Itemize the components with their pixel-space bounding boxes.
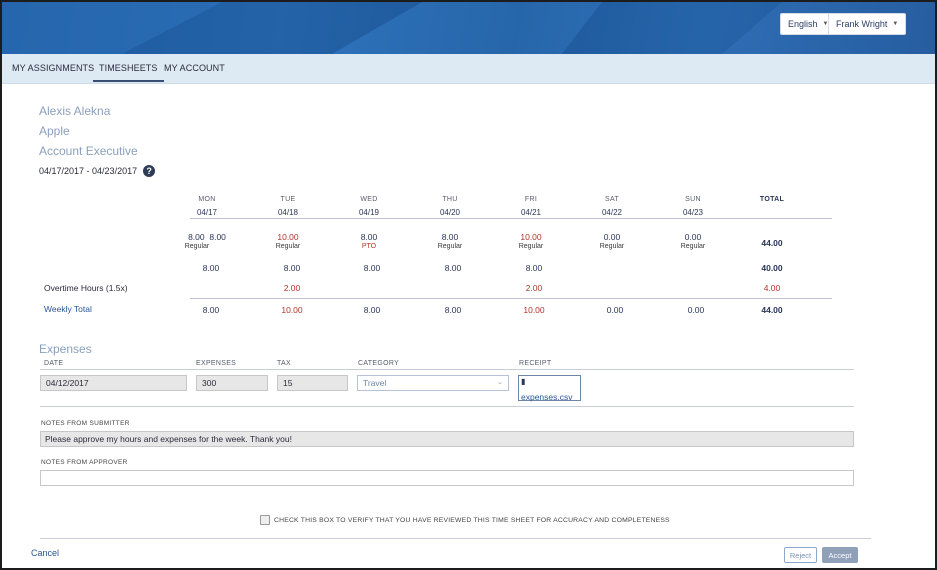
hours-type: Regular <box>518 243 544 250</box>
file-icon: ▮ <box>521 377 526 386</box>
day-date: 04/18 <box>277 208 299 217</box>
date-range-text: 04/17/2017 - 04/23/2017 <box>39 166 138 176</box>
app-window: English ▼ Frank Wright ▼ MY ASSIGNMENTS … <box>0 0 937 570</box>
day-date: 04/21 <box>520 208 542 217</box>
exp-divider <box>40 406 854 407</box>
exp-header-category: CATEGORY <box>358 360 400 367</box>
receipt-attachment[interactable]: ▮ expenses.csv <box>518 375 581 402</box>
weekly-value: 0.00 <box>687 305 705 315</box>
exp-header-tax: TAX <box>277 360 291 367</box>
day-date: 04/17 <box>196 208 218 217</box>
weekly-value: 10.00 <box>281 305 303 315</box>
overtime-value: 2.00 <box>283 283 301 293</box>
language-label: English <box>788 19 818 29</box>
exp-header-date: DATE <box>44 360 64 367</box>
notes-approver-label: NOTES FROM APPROVER <box>41 459 128 466</box>
expense-tax-field[interactable]: 15 <box>277 375 348 391</box>
day-header-fri: FRI <box>524 196 538 203</box>
reject-button[interactable]: Reject <box>784 547 817 563</box>
hours-type: Regular <box>599 243 625 250</box>
hours-value: 0.00 <box>684 232 702 242</box>
day-header-sun: SUN <box>685 196 701 203</box>
exp-header-receipt: RECEIPT <box>519 360 552 367</box>
verify-checkbox[interactable] <box>260 515 270 525</box>
verify-row: CHECK THIS BOX TO VERIFY THAT YOU HAVE R… <box>260 515 670 525</box>
day-header-mon: MON <box>198 196 216 203</box>
receipt-filename[interactable]: expenses.csv <box>521 392 573 402</box>
expense-category-select[interactable]: Travel ⌄ <box>357 375 509 391</box>
header-banner: English ▼ Frank Wright ▼ <box>2 2 935 54</box>
hours-value: 0.00 <box>603 232 621 242</box>
hours-value: 8.00 <box>188 232 205 242</box>
weekly-total: 44.00 <box>761 305 783 315</box>
day-date: 04/23 <box>682 208 704 217</box>
hours-type: Regular <box>437 243 463 250</box>
hours-value: 8.00 <box>283 263 301 273</box>
user-menu[interactable]: Frank Wright ▼ <box>828 13 907 35</box>
cancel-link[interactable]: Cancel <box>31 548 59 558</box>
day-header-tue: TUE <box>280 196 296 203</box>
expenses-title: Expenses <box>39 342 92 356</box>
hours-value: 8.00 <box>444 263 462 273</box>
accept-button[interactable]: Accept <box>822 547 858 563</box>
day-header-wed: WED <box>360 196 378 203</box>
help-icon[interactable]: ? <box>143 165 156 177</box>
overtime-value: 2.00 <box>525 283 543 293</box>
weekly-total-label: Weekly Total <box>44 304 92 314</box>
exp-header-expenses: EXPENSES <box>196 360 237 367</box>
weekly-divider <box>190 298 832 299</box>
worker-name: Alexis Alekna <box>39 104 111 118</box>
hours-type: Regular <box>275 243 301 250</box>
chevron-down-icon: ▼ <box>892 21 899 27</box>
total-header: TOTAL <box>759 196 785 203</box>
total-cell: 40.00 <box>761 263 783 273</box>
notes-approver-field[interactable] <box>40 470 854 486</box>
main-nav: MY ASSIGNMENTS TIMESHEETS MY ACCOUNT <box>2 54 935 84</box>
weekly-value: 8.00 <box>202 305 220 315</box>
weekly-value: 8.00 <box>363 305 381 315</box>
hours-value: 8.00 <box>360 232 378 242</box>
chevron-down-icon: ⌄ <box>497 379 503 386</box>
total-cell: 44.00 <box>761 238 783 248</box>
weekly-value: 10.00 <box>523 305 545 315</box>
hours-value: 8.00 <box>441 232 459 242</box>
hours-value: 10.00 <box>277 232 299 242</box>
user-name: Frank Wright <box>836 19 888 29</box>
day-date: 04/19 <box>358 208 380 217</box>
hours-value: 8.00 <box>525 263 543 273</box>
tab-my-assignments[interactable]: MY ASSIGNMENTS <box>12 63 94 73</box>
weekly-value: 8.00 <box>444 305 462 315</box>
footer-divider <box>40 538 871 539</box>
overtime-label: Overtime Hours (1.5x) <box>44 283 128 293</box>
overtime-total: 4.00 <box>763 283 781 293</box>
hours-type: Regular <box>680 243 706 250</box>
tab-timesheets[interactable]: TIMESHEETS <box>93 63 164 82</box>
category-value: Travel <box>363 378 387 388</box>
hours-cell: 8.00 8.00 <box>177 232 237 242</box>
header-divider <box>190 218 832 219</box>
hours-value: 10.00 <box>520 232 542 242</box>
date-range: 04/17/2017 - 04/23/2017 ? <box>39 165 156 177</box>
notes-submitter-label: NOTES FROM SUBMITTER <box>41 420 130 427</box>
hours-type: PTO <box>361 243 377 250</box>
day-date: 04/20 <box>439 208 461 217</box>
day-header-thu: THU <box>442 196 458 203</box>
hours-value: 8.00 <box>363 263 381 273</box>
day-header-sat: SAT <box>605 196 619 203</box>
hours-type: Regular <box>184 243 210 250</box>
worker-title: Account Executive <box>39 144 138 158</box>
day-date: 04/22 <box>601 208 623 217</box>
verify-text: CHECK THIS BOX TO VERIFY THAT YOU HAVE R… <box>274 516 670 524</box>
hours-value: 8.00 <box>202 263 220 273</box>
hours-value-extra: 8.00 <box>209 232 226 242</box>
expense-date-field[interactable]: 04/12/2017 <box>40 375 187 391</box>
expense-amount-field[interactable]: 300 <box>196 375 268 391</box>
weekly-value: 0.00 <box>606 305 624 315</box>
worker-company: Apple <box>39 124 70 138</box>
tab-my-account[interactable]: MY ACCOUNT <box>164 63 225 73</box>
notes-submitter-field: Please approve my hours and expenses for… <box>40 431 854 447</box>
exp-header-divider <box>40 369 854 370</box>
